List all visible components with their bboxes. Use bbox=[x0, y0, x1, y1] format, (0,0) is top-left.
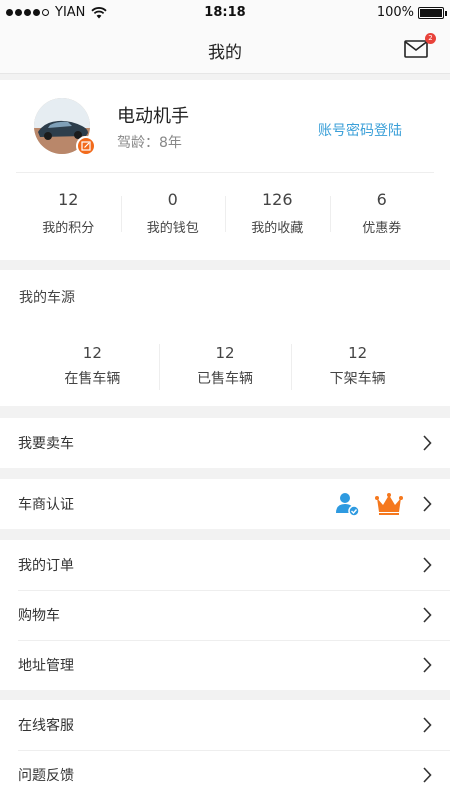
stat-points[interactable]: 12 我的积分 bbox=[16, 180, 121, 248]
menu-item-label: 车商认证 bbox=[18, 497, 74, 513]
stat-value: 12 bbox=[58, 190, 79, 209]
status-right: 100% bbox=[376, 5, 447, 20]
chevron-right-icon bbox=[423, 496, 432, 512]
car-source-card: 我的车源 12 在售车辆 12 已售车辆 12 下架车辆 bbox=[0, 270, 450, 406]
edit-avatar-button[interactable] bbox=[76, 136, 96, 156]
chevron-right-icon bbox=[423, 767, 432, 783]
menu-item-sell-car[interactable]: 我要卖车 bbox=[0, 418, 450, 468]
menu-item-label: 在线客服 bbox=[18, 718, 74, 734]
stat-favorites[interactable]: 126 我的收藏 bbox=[225, 180, 330, 248]
menu-item-label: 问题反馈 bbox=[18, 768, 74, 784]
menu-item-label: 购物车 bbox=[18, 608, 60, 624]
car-source-stats: 12 在售车辆 12 已售车辆 12 下架车辆 bbox=[26, 344, 424, 396]
car-stat-label: 下架车辆 bbox=[329, 371, 386, 387]
menu-group-sell: 我要卖车 bbox=[0, 418, 450, 468]
password-login-link[interactable]: 账号密码登陆 bbox=[318, 120, 402, 140]
divider bbox=[16, 172, 434, 173]
menu-item-address[interactable]: 地址管理 bbox=[0, 640, 450, 690]
profile-card: 电动机手 驾龄：8年 账号密码登陆 12 我的积分 0 我的钱包 126 我的收… bbox=[0, 80, 450, 260]
stat-label: 我的积分 bbox=[42, 221, 95, 236]
drive-age: 驾龄：8年 bbox=[117, 135, 182, 151]
nav-bar: 我的 2 bbox=[0, 26, 450, 74]
menu-item-online-service[interactable]: 在线客服 bbox=[0, 700, 450, 750]
avatar-wrap[interactable] bbox=[34, 98, 96, 156]
stat-value: 0 bbox=[167, 190, 178, 209]
profile-stats: 12 我的积分 0 我的钱包 126 我的收藏 6 优惠券 bbox=[16, 180, 434, 248]
crown-icon bbox=[375, 493, 403, 515]
car-stat-delisted[interactable]: 12 下架车辆 bbox=[291, 344, 424, 396]
stat-value: 126 bbox=[261, 190, 293, 209]
user-name: 电动机手 bbox=[117, 106, 189, 127]
chevron-right-icon bbox=[423, 657, 432, 673]
mail-button[interactable]: 2 bbox=[404, 33, 436, 59]
edit-icon bbox=[81, 141, 91, 151]
menu-item-dealer-cert[interactable]: 车商认证 bbox=[0, 479, 450, 529]
car-stat-value: 12 bbox=[82, 344, 102, 362]
menu-item-label: 我要卖车 bbox=[18, 436, 74, 452]
menu-group-support: 在线客服 问题反馈 bbox=[0, 700, 450, 800]
chevron-right-icon bbox=[423, 607, 432, 623]
menu-item-feedback[interactable]: 问题反馈 bbox=[0, 750, 450, 800]
stat-label: 优惠券 bbox=[362, 221, 402, 236]
battery-icon bbox=[418, 6, 447, 19]
menu-item-cart[interactable]: 购物车 bbox=[0, 590, 450, 640]
stat-coupons[interactable]: 6 优惠券 bbox=[329, 180, 435, 248]
status-bar: YIAN 18:18 100% bbox=[0, 0, 450, 26]
mail-badge: 2 bbox=[425, 33, 436, 44]
menu-group-dealer: 车商认证 bbox=[0, 479, 450, 529]
car-stat-on-sale[interactable]: 12 在售车辆 bbox=[26, 344, 159, 396]
menu-item-orders[interactable]: 我的订单 bbox=[0, 540, 450, 590]
stat-wallet[interactable]: 0 我的钱包 bbox=[120, 180, 226, 248]
menu-item-label: 我的订单 bbox=[18, 558, 74, 574]
cert-badges bbox=[334, 491, 404, 517]
chevron-right-icon bbox=[423, 557, 432, 573]
car-stat-label: 在售车辆 bbox=[64, 371, 121, 387]
stat-value: 6 bbox=[376, 190, 387, 209]
chevron-right-icon bbox=[423, 717, 432, 733]
car-stat-label: 已售车辆 bbox=[197, 371, 253, 387]
menu-group-orders: 我的订单 购物车 地址管理 bbox=[0, 540, 450, 690]
car-stat-value: 12 bbox=[215, 344, 235, 362]
car-stat-sold[interactable]: 12 已售车辆 bbox=[158, 344, 292, 396]
chevron-right-icon bbox=[423, 435, 432, 451]
page-title: 我的 bbox=[208, 43, 242, 63]
battery-percent: 100% bbox=[376, 5, 414, 20]
stat-label: 我的钱包 bbox=[146, 221, 199, 236]
car-source-title: 我的车源 bbox=[19, 290, 75, 306]
verified-user-icon bbox=[336, 493, 360, 517]
menu-item-label: 地址管理 bbox=[18, 658, 74, 674]
car-stat-value: 12 bbox=[348, 344, 368, 362]
stat-label: 我的收藏 bbox=[251, 221, 304, 236]
